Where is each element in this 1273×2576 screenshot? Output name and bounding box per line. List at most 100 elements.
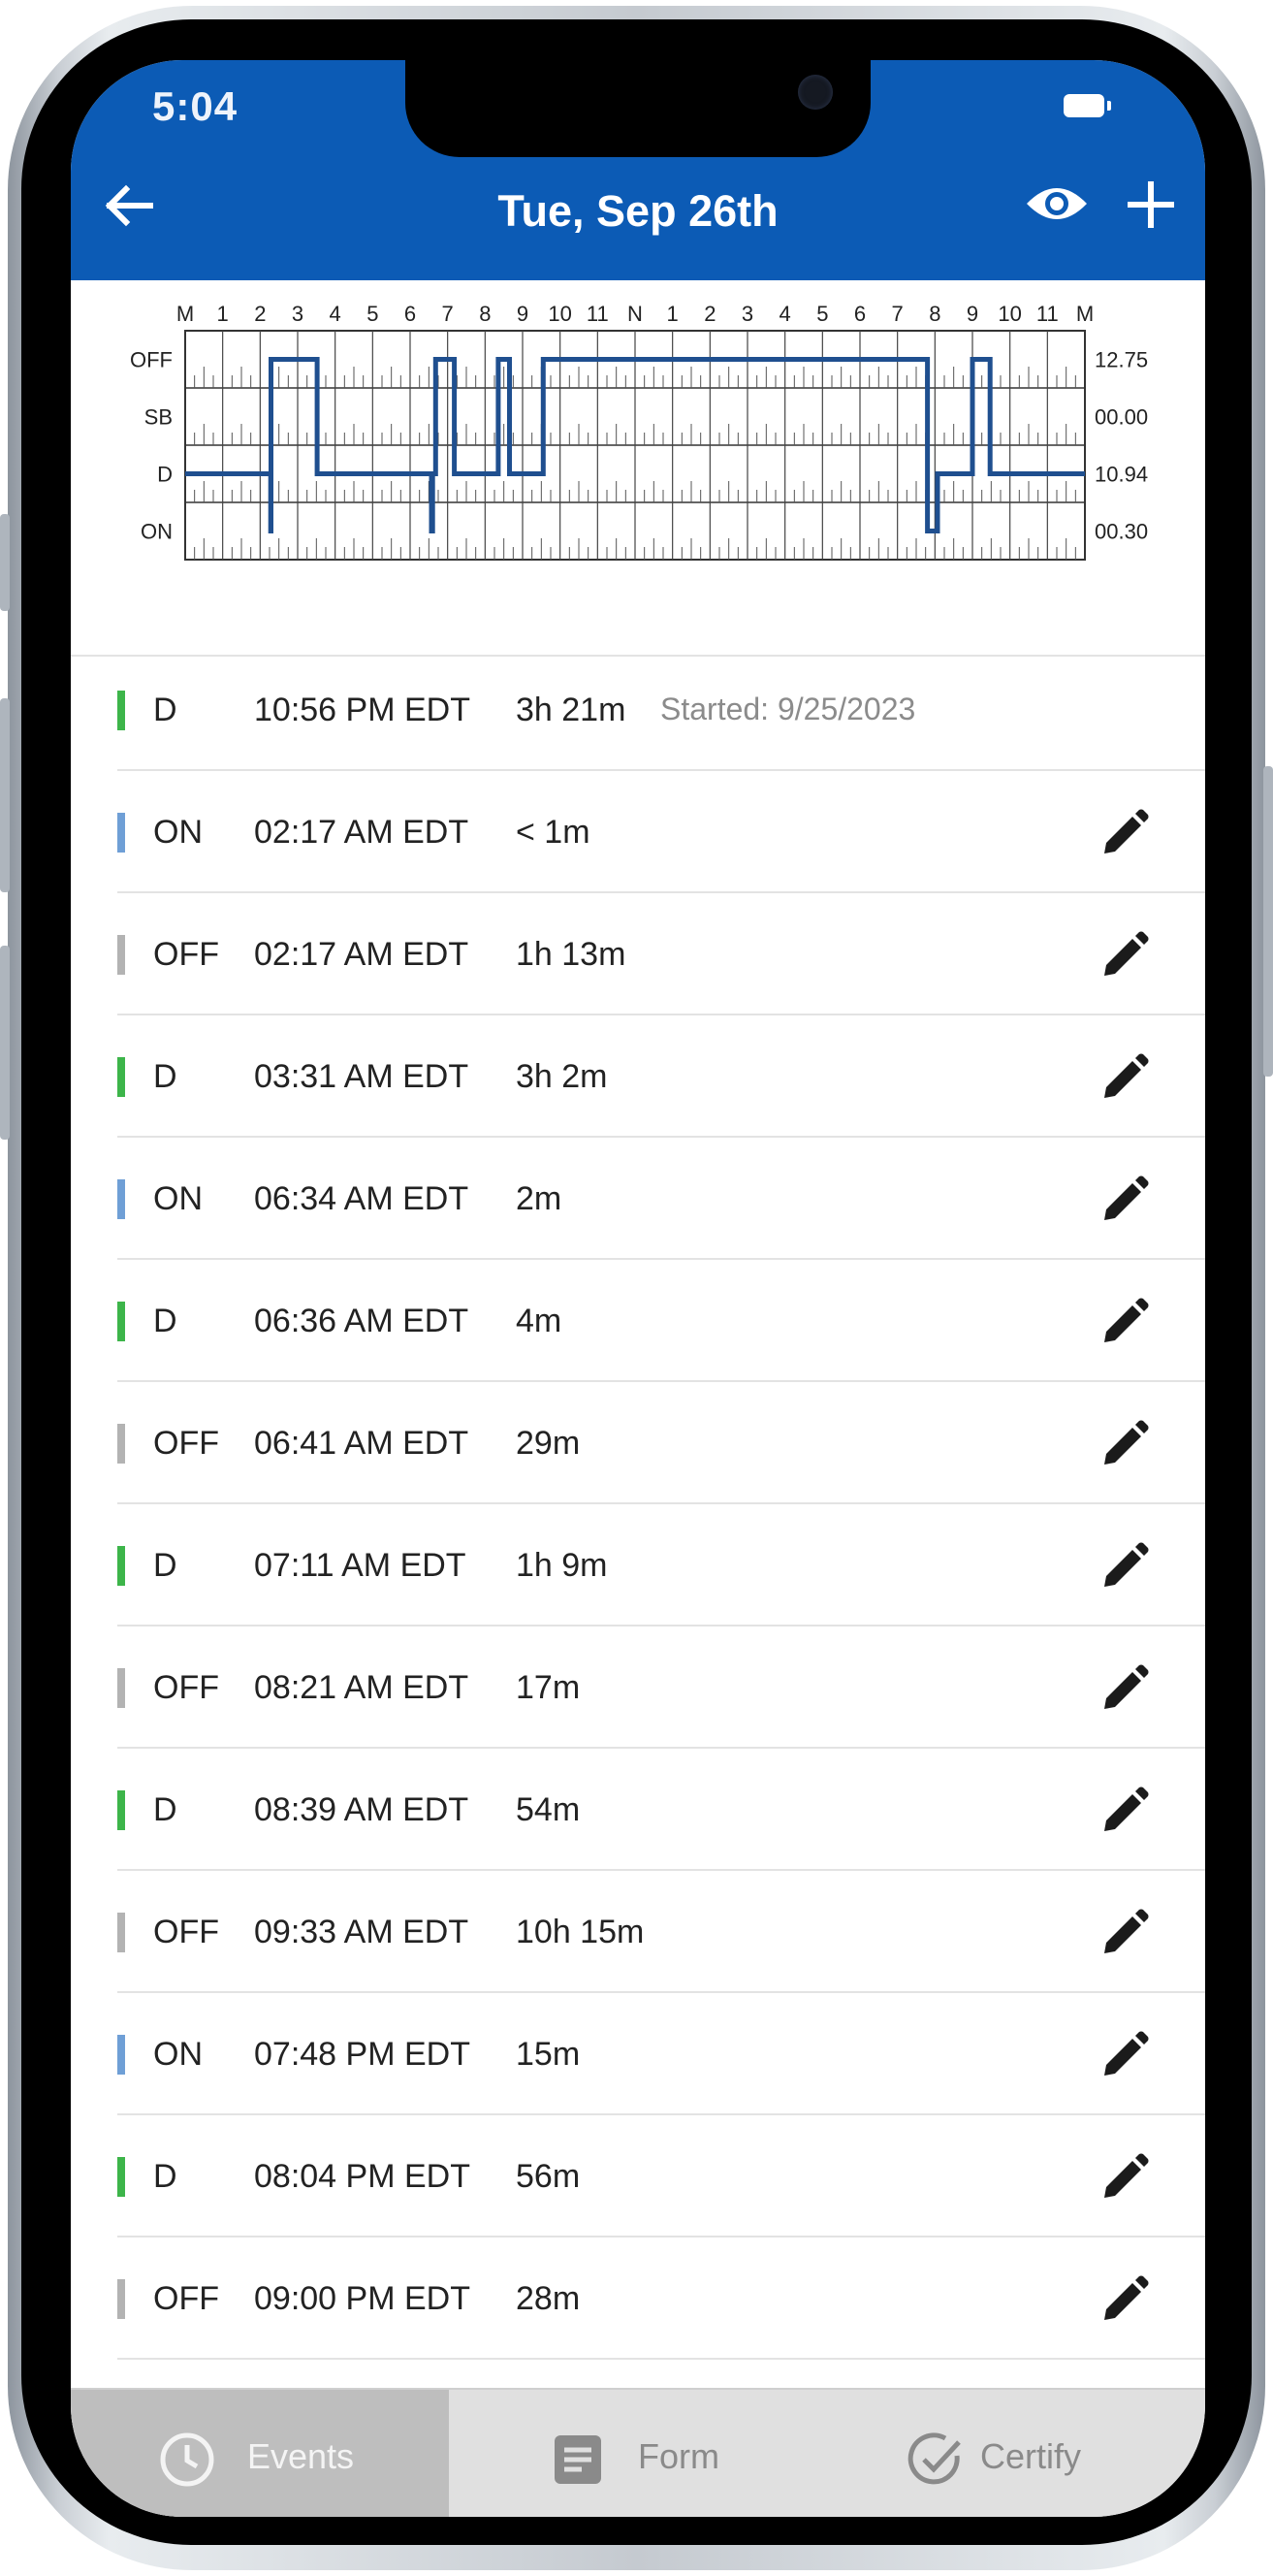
row-divider: [117, 2358, 1205, 2360]
chart-total-hours-label: 00.30: [1095, 520, 1148, 544]
event-note: Started: 9/25/2023: [660, 692, 916, 726]
event-row[interactable]: OFF 09:33 AM EDT 10h 15m: [71, 1871, 1205, 1993]
event-duration: < 1m: [516, 814, 590, 851]
chart-x-tick-label: 4: [780, 302, 791, 326]
event-duration: 4m: [516, 1303, 562, 1339]
pencil-icon[interactable]: [1100, 1298, 1149, 1346]
event-status: ON: [153, 1180, 203, 1217]
tab-form[interactable]: Form: [449, 2390, 827, 2517]
silent-switch: [0, 514, 10, 611]
event-duration: 2m: [516, 1180, 562, 1217]
status-color-indicator: [117, 1179, 125, 1219]
event-duration: 17m: [516, 1669, 581, 1706]
event-status: ON: [153, 2036, 203, 2073]
event-status: D: [153, 2158, 177, 2195]
clock-icon: [160, 2432, 214, 2487]
event-time: 07:11 AM EDT: [254, 1547, 466, 1584]
power-button: [1263, 766, 1273, 1077]
pencil-icon[interactable]: [1100, 1787, 1149, 1835]
event-time: 06:41 AM EDT: [254, 1425, 469, 1462]
chart-x-tick-label: 6: [404, 302, 416, 326]
event-time: 02:17 AM EDT: [254, 814, 469, 851]
pencil-icon[interactable]: [1100, 2153, 1149, 2202]
event-status: OFF: [153, 2280, 219, 2317]
chart-x-tick-label: 8: [929, 302, 940, 326]
event-time: 06:34 AM EDT: [254, 1180, 469, 1217]
event-time: 07:48 PM EDT: [254, 2036, 470, 2073]
event-row[interactable]: D 10:56 PM EDT 3h 21m Started: 9/25/2023: [71, 649, 1205, 771]
chart-total-hours-label: 10.94: [1095, 463, 1148, 487]
event-row[interactable]: ON 06:34 AM EDT 2m: [71, 1138, 1205, 1260]
event-time: 10:56 PM EDT: [254, 692, 470, 728]
status-color-indicator: [117, 2279, 125, 2319]
pencil-icon[interactable]: [1100, 1420, 1149, 1468]
event-time: 03:31 AM EDT: [254, 1058, 469, 1095]
chart-x-tick-label: 7: [892, 302, 904, 326]
event-row[interactable]: OFF 09:00 PM EDT 28m: [71, 2238, 1205, 2360]
volume-up-button: [0, 698, 10, 892]
chart-x-tick-label: N: [627, 302, 643, 326]
event-time: 02:17 AM EDT: [254, 936, 469, 973]
event-row[interactable]: OFF 02:17 AM EDT 1h 13m: [71, 893, 1205, 1015]
pencil-icon[interactable]: [1100, 2275, 1149, 2324]
event-status: OFF: [153, 1914, 219, 1950]
pencil-icon[interactable]: [1100, 1175, 1149, 1224]
chart-x-tick-label: 8: [479, 302, 491, 326]
chart-y-category-label: SB: [144, 405, 173, 430]
event-status: OFF: [153, 1669, 219, 1706]
pencil-icon[interactable]: [1100, 931, 1149, 980]
chart-x-tick-label: 9: [517, 302, 528, 326]
event-status: D: [153, 1547, 177, 1584]
event-time: 09:33 AM EDT: [254, 1914, 469, 1950]
event-duration: 54m: [516, 1791, 581, 1828]
plus-icon[interactable]: [1124, 177, 1178, 232]
event-row[interactable]: D 08:39 AM EDT 54m: [71, 1749, 1205, 1871]
event-time: 08:39 AM EDT: [254, 1791, 469, 1828]
event-time: 08:04 PM EDT: [254, 2158, 470, 2195]
event-duration: 56m: [516, 2158, 581, 2195]
front-camera: [798, 75, 833, 110]
battery-icon: [1064, 94, 1111, 117]
chart-x-tick-label: 1: [217, 302, 229, 326]
chart-x-tick-label: 3: [742, 302, 753, 326]
chart-x-tick-label: M: [176, 302, 194, 326]
status-color-indicator: [117, 813, 125, 853]
duty-status-graph: M 1 2 3 4 5 6 7 8 9 10 11 N 1 2 3 4 5 6 7 8 9 10 11 M OFFSBDON 1…: [130, 302, 1148, 561]
status-color-indicator: [117, 935, 125, 975]
event-row[interactable]: OFF 06:41 AM EDT 29m: [71, 1382, 1205, 1504]
chart-x-tick-label: 6: [854, 302, 866, 326]
pencil-icon[interactable]: [1100, 1664, 1149, 1713]
event-row[interactable]: ON 02:17 AM EDT < 1m: [71, 771, 1205, 893]
tab-certify[interactable]: Certify: [827, 2390, 1205, 2517]
event-row[interactable]: D 07:11 AM EDT 1h 9m: [71, 1504, 1205, 1626]
event-row[interactable]: D 03:31 AM EDT 3h 2m: [71, 1015, 1205, 1138]
eye-icon[interactable]: [1025, 180, 1089, 227]
event-duration: 10h 15m: [516, 1914, 645, 1950]
event-status: D: [153, 1791, 177, 1828]
event-duration: 29m: [516, 1425, 581, 1462]
pencil-icon[interactable]: [1100, 1909, 1149, 1957]
pencil-icon[interactable]: [1100, 1542, 1149, 1591]
status-color-indicator: [117, 1546, 125, 1586]
event-duration: 1h 9m: [516, 1547, 608, 1584]
pencil-icon[interactable]: [1100, 2031, 1149, 2079]
event-time: 06:36 AM EDT: [254, 1303, 469, 1339]
chart-x-tick-label: 3: [292, 302, 303, 326]
event-duration: 15m: [516, 2036, 581, 2073]
event-status: D: [153, 1303, 177, 1339]
duty-status-chart: M 1 2 3 4 5 6 7 8 9 10 11 N 1 2 3 4 5 6 7 8 9 10 11 M OFF SB D ON 1…: [71, 280, 1205, 657]
tab-certify-label: Certify: [980, 2436, 1082, 2476]
event-status: OFF: [153, 1425, 219, 1462]
tab-events[interactable]: Events: [71, 2390, 449, 2517]
pencil-icon[interactable]: [1100, 809, 1149, 857]
event-row[interactable]: ON 07:48 PM EDT 15m: [71, 1993, 1205, 2115]
status-color-indicator: [117, 1302, 125, 1341]
form-icon: [555, 2435, 601, 2484]
status-color-indicator: [117, 1913, 125, 1952]
event-row[interactable]: D 06:36 AM EDT 4m: [71, 1260, 1205, 1382]
event-row[interactable]: D 08:04 PM EDT 56m: [71, 2115, 1205, 2238]
chart-x-tick-label: 10: [548, 302, 571, 326]
pencil-icon[interactable]: [1100, 1053, 1149, 1102]
event-row[interactable]: OFF 08:21 AM EDT 17m: [71, 1626, 1205, 1749]
chart-x-tick-label: 11: [1036, 302, 1059, 326]
